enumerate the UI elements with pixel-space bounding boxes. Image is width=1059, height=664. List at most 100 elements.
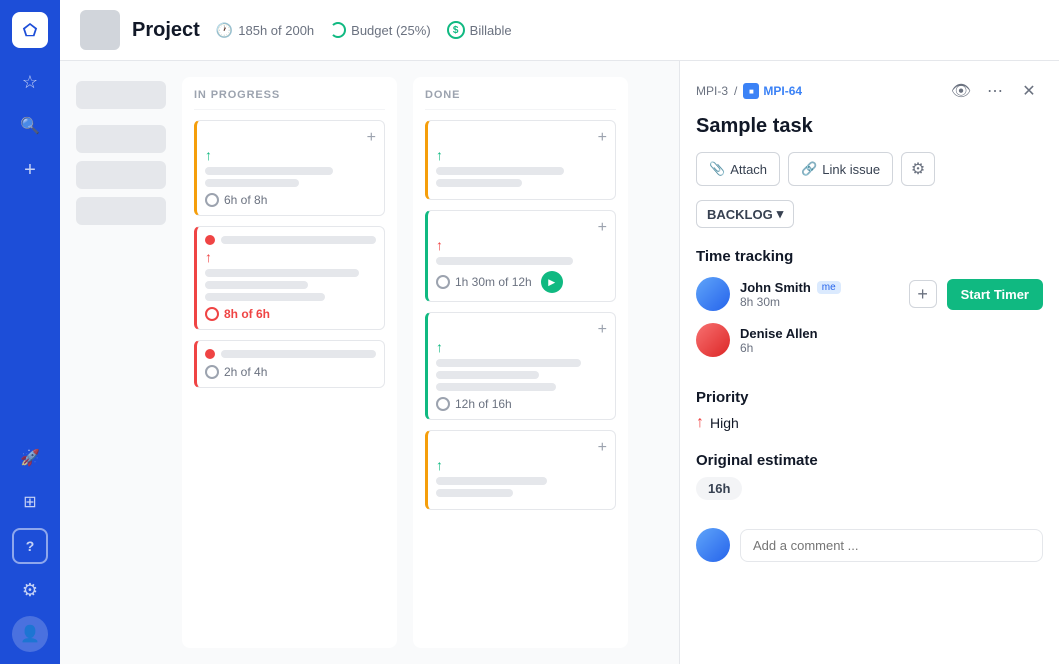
card-bar-4	[205, 269, 359, 277]
clock-icon: 🕐	[216, 22, 233, 39]
card-time-row-3: 2h of 4h	[205, 365, 376, 379]
sidebar-item-favorites[interactable]: ☆	[12, 64, 48, 100]
board-area: IN PROGRESS + ↑ 6h of 8h	[60, 61, 1059, 664]
tracker-row-denise: Denise Allen 6h	[696, 323, 1043, 357]
tracker-info-denise: Denise Allen 6h	[740, 326, 1043, 355]
card-add-icon-d3[interactable]: +	[598, 321, 607, 339]
attach-label: Attach	[730, 162, 767, 177]
card-add-icon-d1[interactable]: +	[598, 129, 607, 147]
card-time-d3: 12h of 16h	[455, 397, 512, 411]
link-issue-button[interactable]: 🔗 Link issue	[788, 152, 893, 186]
tracker-row-john: John Smith me 8h 30m + Start Timer	[696, 277, 1043, 311]
chevron-down-icon: ▾	[777, 206, 784, 222]
help-icon: ?	[26, 538, 35, 554]
card-over-time: 8h of 6h	[224, 307, 270, 321]
card-bar-d2a	[436, 257, 573, 265]
card-priority-arrow-red: ↑	[205, 249, 376, 265]
sidebar-item-rocket[interactable]: 🚀	[12, 440, 48, 476]
status-badge[interactable]: BACKLOG ▾	[696, 200, 794, 228]
user-icon: 👤	[20, 624, 40, 644]
card-bar-d1a	[436, 167, 564, 175]
card-bar-d4a	[436, 477, 547, 485]
clock-icon-d2	[436, 275, 450, 289]
comment-row	[696, 528, 1043, 562]
project-icon	[80, 10, 120, 50]
card-add-icon[interactable]: +	[367, 129, 376, 147]
comment-input[interactable]	[740, 529, 1043, 562]
sidebar-item-search[interactable]: 🔍	[12, 108, 48, 144]
header-meta: 🕐 185h of 200h Budget (25%) $ Billable	[216, 21, 512, 39]
avatar-john	[696, 277, 730, 311]
card-bar-7	[221, 350, 376, 358]
budget-circle-icon	[330, 22, 346, 38]
me-badge: me	[817, 281, 841, 294]
tracker-name-denise: Denise Allen	[740, 326, 1043, 341]
panel-action-buttons: 📎 Attach 🔗 Link issue ⚙	[696, 152, 1043, 186]
plus-icon: +	[24, 159, 36, 182]
column-done: DONE + ↑ + ↑	[413, 77, 628, 648]
task-title: Sample task	[696, 115, 1043, 138]
play-button[interactable]: ▶	[541, 271, 563, 293]
page-title: Project	[132, 19, 200, 42]
card-bar-d3b	[436, 371, 539, 379]
left-nav-column	[76, 77, 166, 648]
clock-icon-d3	[436, 397, 450, 411]
attach-button[interactable]: 📎 Attach	[696, 152, 780, 186]
paperclip-icon: 📎	[709, 161, 725, 177]
card-bar-d4b	[436, 489, 513, 497]
card-bar-1	[205, 167, 333, 175]
status-label: BACKLOG	[707, 207, 773, 222]
card-priority-arrow: ↑	[205, 147, 376, 163]
sidebar-item-help[interactable]: ?	[12, 528, 48, 564]
close-button[interactable]: ✕	[1015, 77, 1043, 105]
sidebar-logo[interactable]	[12, 12, 48, 48]
card-add-icon-d4[interactable]: +	[598, 439, 607, 457]
page-header: Project 🕐 185h of 200h Budget (25%) $ Bi…	[60, 0, 1059, 61]
breadcrumb: MPI-3 / ■ MPI-64	[696, 83, 802, 99]
breadcrumb-parent: MPI-3	[696, 84, 728, 98]
logo-icon	[20, 20, 40, 40]
card-ip-3: 2h of 4h	[194, 340, 385, 388]
gear-icon: ⚙	[22, 580, 38, 601]
card-add-icon-d2[interactable]: +	[598, 219, 607, 237]
estimate-value: 16h	[708, 481, 730, 496]
card-done-1: + ↑	[425, 120, 616, 200]
sidebar-item-apps[interactable]: ⊞	[12, 484, 48, 520]
settings-more-button[interactable]: ⚙	[901, 152, 935, 186]
card-time-row-d2: 1h 30m of 12h ▶	[436, 271, 607, 293]
card-time-row-d3: 12h of 16h	[436, 397, 607, 411]
search-icon: 🔍	[20, 116, 40, 136]
more-button[interactable]: ⋯	[981, 77, 1009, 105]
budget-label: Budget (25%)	[351, 23, 431, 38]
priority-section: Priority ↑ High	[696, 389, 1043, 432]
grid-icon: ⊞	[23, 492, 36, 512]
priority-arrow-icon: ↑	[696, 414, 704, 432]
card-time-d2: 1h 30m of 12h	[455, 275, 532, 289]
hours-meta: 🕐 185h of 200h	[216, 22, 314, 39]
card-dot	[205, 235, 215, 245]
start-timer-button[interactable]: Start Timer	[947, 279, 1043, 310]
tracker-info-john: John Smith me 8h 30m	[740, 280, 899, 309]
card-bar-d3c	[436, 383, 556, 391]
card-ip-2: ↑ 8h of 6h	[194, 226, 385, 330]
comment-section	[696, 528, 1043, 562]
sidebar-item-create[interactable]: +	[12, 152, 48, 188]
clock-icon-3	[205, 365, 219, 379]
billable-meta: $ Billable	[447, 21, 512, 39]
estimate-title: Original estimate	[696, 452, 1043, 469]
nav-item-1	[76, 81, 166, 109]
sidebar-item-settings[interactable]: ⚙	[12, 572, 48, 608]
card-bar-2	[205, 179, 299, 187]
detail-panel: MPI-3 / ■ MPI-64 👁 ⋯ ✕ Sample task	[679, 61, 1059, 664]
priority-title: Priority	[696, 389, 1043, 406]
column-header-done: DONE	[425, 89, 616, 110]
sidebar-item-profile[interactable]: 👤	[12, 616, 48, 652]
panel-top-bar: MPI-3 / ■ MPI-64 👁 ⋯ ✕	[696, 77, 1043, 105]
card-time-3: 2h of 4h	[224, 365, 267, 379]
card-dot-2	[205, 349, 215, 359]
tracker-name-john: John Smith	[740, 280, 811, 295]
add-tracker-button[interactable]: +	[909, 280, 937, 308]
card-arrow-d2: ↑	[436, 237, 607, 253]
card-bar-d1b	[436, 179, 522, 187]
watch-button[interactable]: 👁	[947, 77, 975, 105]
